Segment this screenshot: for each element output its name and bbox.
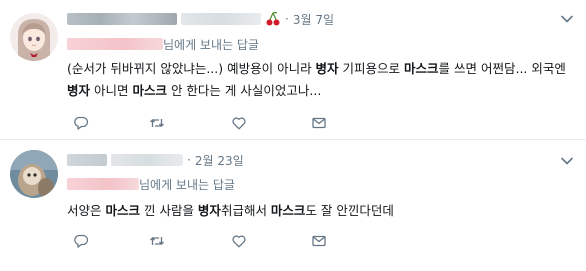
tweet-header: · 2월 23일 bbox=[67, 151, 244, 169]
tweet-text-segment: (순서가 뒤바뀌지 않았냐는...) 예방용이 아니라 bbox=[67, 61, 316, 76]
tweet-text-segment: 안 한다는 게 사실이었고나... bbox=[166, 83, 322, 98]
retweet-button[interactable] bbox=[147, 113, 167, 133]
tweet-text-segment: 기피용으로 bbox=[338, 61, 405, 76]
chevron-down-icon[interactable] bbox=[560, 154, 574, 168]
redacted-handle[interactable] bbox=[181, 13, 261, 25]
like-button[interactable] bbox=[229, 113, 249, 133]
highlighted-keyword: 마스크 bbox=[404, 61, 439, 76]
tweet-text-segment: 도 잘 안낀다던데 bbox=[305, 203, 394, 218]
tweet-actions bbox=[67, 231, 367, 251]
tweet-text: 서양은 마스크 낀 사람을 병자취급해서 마스크도 잘 안낀다던데 bbox=[67, 200, 572, 222]
reply-context: 님에게 보내는 답글 bbox=[67, 176, 235, 192]
reply-context-label: 님에게 보내는 답글 bbox=[163, 37, 259, 52]
tweet-text-segment: 취급해서 bbox=[220, 203, 271, 218]
redacted-display-name[interactable] bbox=[67, 154, 107, 166]
reply-tweet[interactable]: · 2월 23일 님에게 보내는 답글 서양은 마스크 낀 사람을 병자취급해서… bbox=[0, 140, 586, 271]
tweet-text-segment: 를 쓰면 어쩐담... 외국엔 bbox=[438, 61, 566, 76]
redacted-display-name[interactable] bbox=[67, 13, 177, 25]
retweet-button[interactable] bbox=[147, 231, 167, 251]
reply-context: 님에게 보내는 답글 bbox=[67, 36, 259, 52]
highlighted-keyword: 마스크 bbox=[270, 203, 306, 218]
message-icon bbox=[312, 235, 326, 247]
message-button[interactable] bbox=[309, 231, 329, 251]
chevron-down-icon[interactable] bbox=[560, 12, 574, 26]
tweet-text: (순서가 뒤바뀌지 않았냐는...) 예방용이 아니라 병자 기피용으로 마스크… bbox=[67, 58, 572, 102]
tweet-date[interactable]: 2월 23일 bbox=[195, 152, 244, 169]
retweet-icon bbox=[150, 119, 164, 127]
redacted-reply-target[interactable] bbox=[67, 38, 163, 50]
reply-context-label: 님에게 보내는 답글 bbox=[139, 177, 235, 192]
tweet-text-segment: 낀 사람을 bbox=[140, 203, 198, 218]
avatar[interactable] bbox=[10, 150, 58, 198]
tweet-text-segment: 서양은 bbox=[67, 203, 106, 218]
reply-icon bbox=[74, 234, 89, 248]
cherry-icon bbox=[266, 11, 280, 26]
tweet-header: · 3월 7일 bbox=[67, 10, 334, 28]
highlighted-keyword: 병자 bbox=[315, 61, 339, 76]
avatar[interactable] bbox=[10, 13, 58, 61]
like-icon bbox=[232, 235, 246, 248]
message-icon bbox=[312, 117, 326, 129]
tweet-text-segment: 아니면 bbox=[90, 83, 133, 98]
tweet-actions bbox=[67, 113, 367, 133]
reply-button[interactable] bbox=[71, 113, 91, 133]
redacted-handle[interactable] bbox=[111, 154, 183, 166]
redacted-reply-target[interactable] bbox=[67, 178, 139, 190]
like-icon bbox=[232, 117, 246, 130]
reply-tweet[interactable]: · 3월 7일 님에게 보내는 답글 (순서가 뒤바뀌지 않았냐는...) 예방… bbox=[0, 0, 586, 140]
highlighted-keyword: 마스크 bbox=[105, 203, 140, 218]
tweet-date[interactable]: 3월 7일 bbox=[293, 11, 334, 28]
reply-icon bbox=[74, 116, 89, 130]
separator-dot: · bbox=[187, 153, 191, 167]
separator-dot: · bbox=[285, 12, 289, 26]
reply-button[interactable] bbox=[71, 231, 91, 251]
message-button[interactable] bbox=[309, 113, 329, 133]
highlighted-keyword: 마스크 bbox=[132, 83, 167, 98]
retweet-icon bbox=[150, 237, 164, 245]
like-button[interactable] bbox=[229, 231, 249, 251]
highlighted-keyword: 병자 bbox=[197, 203, 221, 218]
highlighted-keyword: 병자 bbox=[67, 83, 91, 98]
